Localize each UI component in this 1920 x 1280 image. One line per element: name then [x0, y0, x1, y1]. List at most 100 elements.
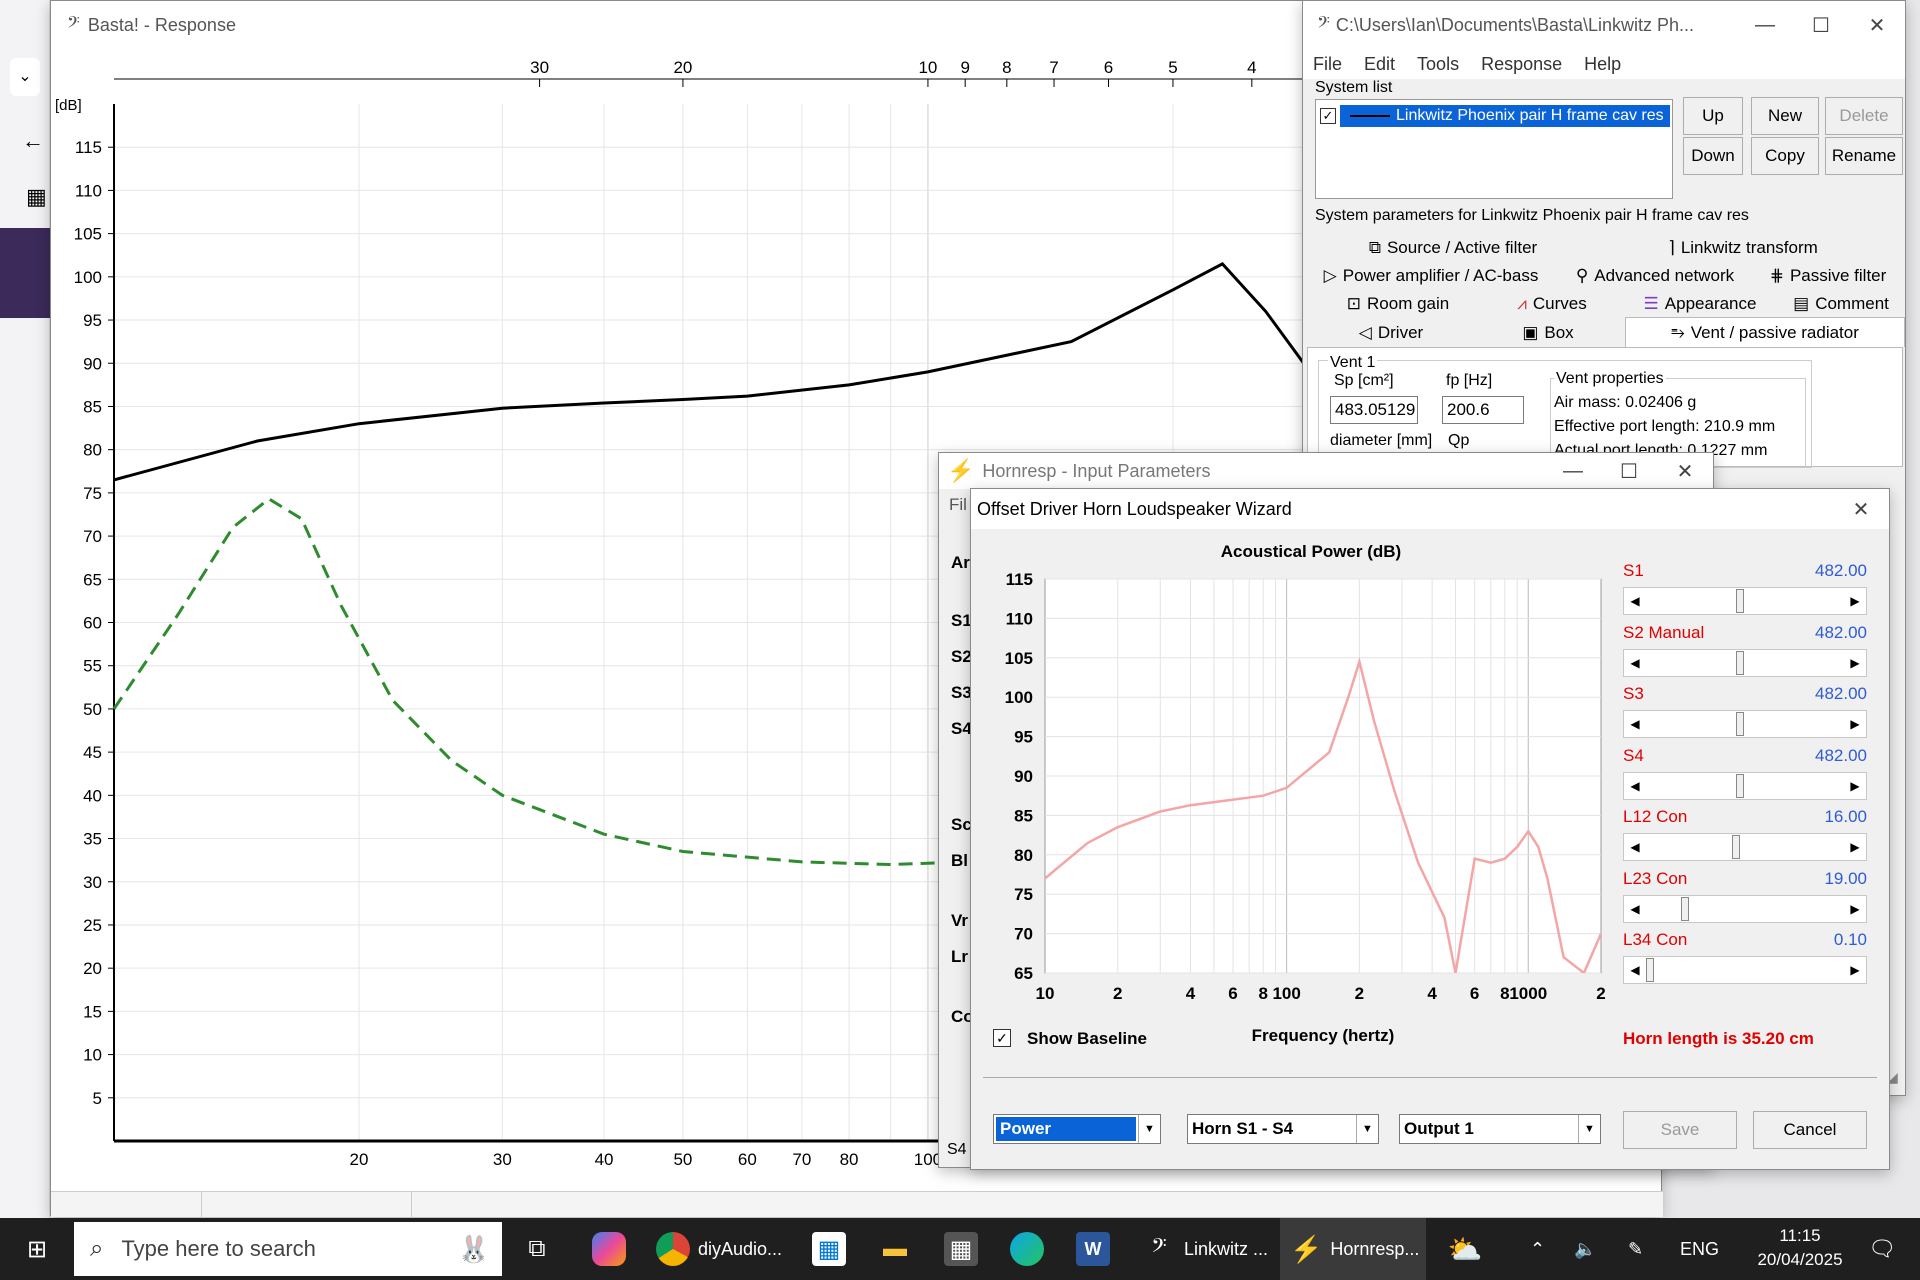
calculator-button[interactable]: ▦	[944, 1218, 978, 1280]
taskbar-app-basta[interactable]: 𝄢 Linkwitz ...	[1142, 1218, 1268, 1280]
cancel-button[interactable]: Cancel	[1753, 1111, 1867, 1149]
sp-input[interactable]: 483.05129	[1330, 396, 1418, 424]
search-box[interactable]: ⌕ Type here to search 🐰	[74, 1222, 502, 1276]
tab-advanced-network[interactable]: ⚲ Advanced network	[1565, 263, 1745, 289]
menu-tools[interactable]: Tools	[1417, 54, 1459, 75]
comment-icon: ▤	[1793, 294, 1810, 313]
tab-appearance[interactable]: ☰ Appearance	[1625, 291, 1775, 317]
output-select[interactable]: Output 1 ▼	[1399, 1114, 1601, 1144]
word-button[interactable]: W	[1076, 1218, 1110, 1280]
arrow-left-icon[interactable]: ◀	[1624, 834, 1646, 860]
copy-button[interactable]: Copy	[1751, 137, 1819, 175]
minimize-icon[interactable]: —	[1545, 460, 1601, 483]
close-icon[interactable]: ✕	[1657, 459, 1713, 484]
slider-thumb[interactable]	[1736, 712, 1745, 736]
slider-s3[interactable]: ◀ ▶	[1623, 710, 1867, 738]
menu-help[interactable]: Help	[1584, 54, 1621, 75]
close-icon[interactable]: ✕	[1849, 13, 1905, 38]
volume-button[interactable]: 🔈	[1574, 1218, 1596, 1280]
arrow-left-icon[interactable]: ◀	[1624, 957, 1646, 983]
rename-button[interactable]: Rename	[1825, 137, 1903, 175]
arrow-right-icon[interactable]: ▶	[1844, 895, 1866, 922]
taskbar-app-chrome[interactable]: diyAudio...	[656, 1218, 782, 1280]
arrow-right-icon[interactable]: ▶	[1844, 772, 1866, 799]
slider-thumb[interactable]	[1732, 835, 1741, 859]
clock[interactable]: 11:15 20/04/2025	[1740, 1224, 1860, 1272]
selected-system-label[interactable]: Linkwitz Phoenix pair H frame cav res	[1340, 105, 1670, 127]
dropdown-arrow-icon[interactable]: ▼	[1138, 1115, 1160, 1143]
slider-s1[interactable]: ◀ ▶	[1623, 587, 1867, 615]
tab-box[interactable]: ▣ Box	[1473, 319, 1623, 347]
slider-l23[interactable]: ◀ ▶	[1623, 894, 1867, 923]
tab-driver[interactable]: ◁ Driver	[1311, 319, 1471, 347]
up-button[interactable]: Up	[1683, 97, 1743, 135]
arrow-left-icon[interactable]: ◀	[1624, 649, 1646, 676]
task-view-button[interactable]: ⧉	[520, 1218, 554, 1280]
arrow-left-icon[interactable]: ◀	[1624, 772, 1646, 799]
dropdown-arrow-icon[interactable]: ▼	[1356, 1115, 1378, 1143]
slider-l34[interactable]: ◀ ▶	[1623, 956, 1867, 984]
grid-icon[interactable]: ▦	[26, 184, 47, 210]
slider-thumb[interactable]	[1736, 773, 1745, 798]
slider-thumb[interactable]	[1736, 589, 1745, 613]
dropdown-arrow-icon[interactable]: ▼	[1578, 1115, 1600, 1143]
weather-button[interactable]: ⛅	[1448, 1218, 1483, 1280]
tab-power-amplifier[interactable]: ▷ Power amplifier / AC-bass	[1311, 263, 1551, 289]
show-baseline-label[interactable]: Show Baseline	[1027, 1029, 1147, 1049]
arrow-right-icon[interactable]: ▶	[1844, 957, 1866, 983]
taskbar-app-hornresp[interactable]: ⚡ Hornresp...	[1280, 1218, 1426, 1280]
minimize-icon[interactable]: —	[1737, 14, 1793, 37]
arrow-right-icon[interactable]: ▶	[1844, 834, 1866, 860]
menu-edit[interactable]: Edit	[1364, 54, 1395, 75]
arrow-right-icon[interactable]: ▶	[1844, 649, 1866, 676]
system-list-item[interactable]: ✓ Linkwitz Phoenix pair H frame cav res	[1320, 104, 1670, 128]
menu-file[interactable]: File	[1313, 54, 1342, 75]
slider-s2[interactable]: ◀ ▶	[1623, 648, 1867, 677]
tray-chevron[interactable]: ⌃	[1530, 1218, 1545, 1280]
tab-linkwitz-transform[interactable]: ⌉ Linkwitz transform	[1603, 235, 1883, 261]
system-list[interactable]: ✓ Linkwitz Phoenix pair H frame cav res	[1315, 99, 1673, 199]
horn-select[interactable]: Horn S1 - S4 ▼	[1187, 1114, 1379, 1144]
hornresp-menu-file[interactable]: Fil	[949, 495, 967, 515]
delete-button[interactable]: Delete	[1825, 97, 1903, 135]
save-button[interactable]: Save	[1623, 1111, 1737, 1149]
arrow-left-icon[interactable]: ◀	[1624, 588, 1646, 614]
tab-comment[interactable]: ▤ Comment	[1783, 291, 1899, 317]
tab-room-gain[interactable]: ⊡ Room gain	[1323, 291, 1473, 317]
maximize-icon[interactable]: ☐	[1793, 13, 1849, 38]
slider-s4[interactable]: ◀ ▶	[1623, 771, 1867, 800]
arrow-right-icon[interactable]: ▶	[1844, 588, 1866, 614]
arrow-left-icon[interactable]: ◀	[1624, 711, 1646, 737]
arrow-right-icon[interactable]: ▶	[1844, 711, 1866, 737]
tab-passive-filter[interactable]: ⋕ Passive filter	[1755, 263, 1901, 289]
edge-button[interactable]	[1010, 1218, 1044, 1280]
slider-l12[interactable]: ◀ ▶	[1623, 833, 1867, 861]
slider-thumb[interactable]	[1736, 650, 1745, 675]
maximize-icon[interactable]: ☐	[1601, 459, 1657, 484]
back-arrow-icon[interactable]: ←	[22, 128, 44, 154]
copilot-button[interactable]	[592, 1218, 626, 1280]
y-tick-label: 110	[1006, 609, 1033, 628]
slider-thumb[interactable]	[1646, 958, 1654, 982]
slider-thumb[interactable]	[1680, 896, 1689, 921]
close-icon[interactable]: ✕	[1833, 497, 1889, 522]
tab-vent[interactable]: ⥱ Vent / passive radiator	[1625, 317, 1905, 347]
file-explorer-button[interactable]: ▬	[878, 1218, 912, 1280]
notifications-button[interactable]: 🗨	[1868, 1218, 1896, 1280]
tab-source[interactable]: ⧉ Source / Active filter	[1333, 235, 1573, 261]
language-indicator[interactable]: ENG	[1680, 1218, 1719, 1280]
chevron-down-icon[interactable]: ⌄	[10, 58, 40, 96]
start-button[interactable]: ⊞	[20, 1218, 54, 1280]
down-button[interactable]: Down	[1683, 137, 1743, 175]
pen-button[interactable]: ✎	[1628, 1218, 1643, 1280]
menu-response[interactable]: Response	[1481, 54, 1562, 75]
store-button[interactable]: ▦	[812, 1218, 846, 1280]
new-button[interactable]: New	[1751, 97, 1819, 135]
arrow-left-icon[interactable]: ◀	[1624, 895, 1646, 922]
fp-input[interactable]: 200.6	[1442, 396, 1524, 424]
purple-banner	[0, 228, 50, 318]
tab-curves[interactable]: ⩘ Curves	[1487, 291, 1617, 317]
checkbox-checked-icon[interactable]: ✓	[1320, 108, 1336, 124]
show-baseline-checkbox[interactable]: ✓	[993, 1029, 1011, 1047]
mode-select[interactable]: Power ▼	[993, 1114, 1161, 1144]
